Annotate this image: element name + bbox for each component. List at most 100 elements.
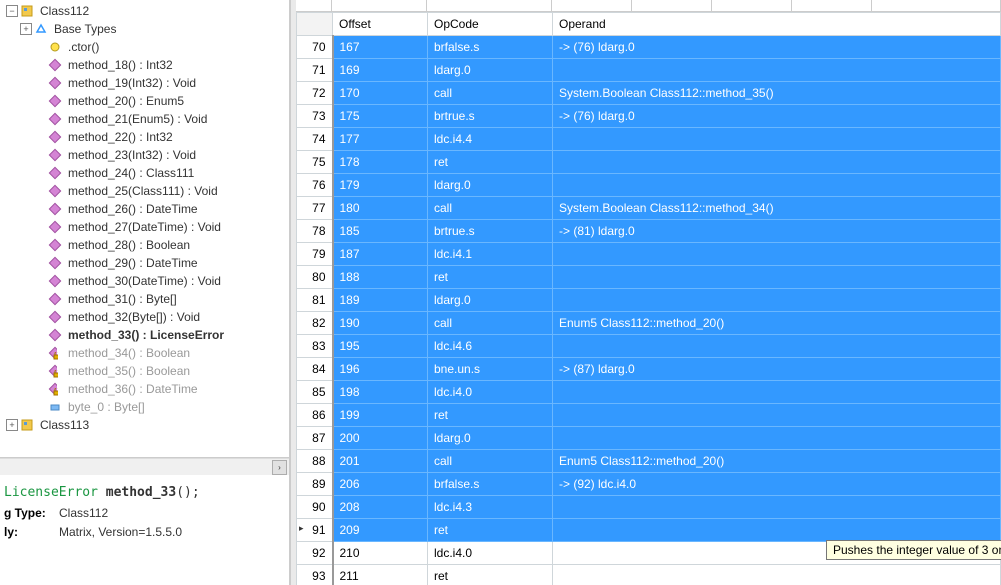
tree-node-method[interactable]: method_21(Enum5) : Void xyxy=(6,110,287,128)
cell-offset: 167 xyxy=(333,36,428,59)
tree-node-method[interactable]: method_31() : Byte[] xyxy=(6,290,287,308)
table-row[interactable]: 90208ldc.i4.3 xyxy=(297,496,1001,519)
cell-opcode: ret xyxy=(428,404,553,427)
cell-offset: 210 xyxy=(333,542,428,565)
tree-node-method[interactable]: method_27(DateTime) : Void xyxy=(6,218,287,236)
cell-opcode: ldc.i4.3 xyxy=(428,496,553,519)
tree-node-method[interactable]: method_36() : DateTime xyxy=(6,380,287,398)
tree-node-method[interactable]: method_33() : LicenseError xyxy=(6,326,287,344)
cell-opcode: ret xyxy=(428,565,553,585)
col-header-offset[interactable]: Offset xyxy=(333,13,428,36)
tree-node-method[interactable]: method_26() : DateTime xyxy=(6,200,287,218)
cell-offset: 196 xyxy=(333,358,428,381)
cell-opcode: ldarg.0 xyxy=(428,289,553,312)
table-row[interactable]: 88201callEnum5 Class112::method_20() xyxy=(297,450,1001,473)
tree-node-method[interactable]: method_30(DateTime) : Void xyxy=(6,272,287,290)
tree-node-method[interactable]: method_29() : DateTime xyxy=(6,254,287,272)
col-header-index[interactable] xyxy=(297,13,333,36)
method-signature: LicenseError method_33(); xyxy=(4,483,285,504)
table-row[interactable]: 70167brfalse.s-> (76) ldarg.0 xyxy=(297,36,1001,59)
table-row[interactable]: 92210ldc.i4.0 xyxy=(297,542,1001,565)
tree-label: method_27(DateTime) : Void xyxy=(66,218,223,236)
h-scrollbar[interactable]: › xyxy=(0,458,289,475)
table-row[interactable]: 91209ret xyxy=(297,519,1001,542)
table-row[interactable]: 84196bne.un.s-> (87) ldarg.0 xyxy=(297,358,1001,381)
cell-index: 80 xyxy=(297,266,333,289)
cell-index: 82 xyxy=(297,312,333,335)
table-row[interactable]: 85198ldc.i4.0 xyxy=(297,381,1001,404)
tree-node-class-sibling[interactable]: + Class113 xyxy=(6,416,287,434)
cell-opcode: call xyxy=(428,312,553,335)
cell-offset: 189 xyxy=(333,289,428,312)
tree-node-class[interactable]: − Class112 xyxy=(6,2,287,20)
table-row[interactable]: 74177ldc.i4.4 xyxy=(297,128,1001,151)
cell-offset: 201 xyxy=(333,450,428,473)
il-table: Offset OpCode Operand 70167brfalse.s-> (… xyxy=(296,12,1001,585)
table-row[interactable]: 86199ret xyxy=(297,404,1001,427)
table-row[interactable]: 93211ret xyxy=(297,565,1001,585)
expander-icon[interactable]: + xyxy=(20,23,32,35)
table-row[interactable]: 80188ret xyxy=(297,266,1001,289)
tree-node-method[interactable]: method_34() : Boolean xyxy=(6,344,287,362)
method-icon xyxy=(48,256,62,270)
expander-placeholder xyxy=(34,401,46,413)
scroll-right-arrow-icon[interactable]: › xyxy=(272,460,287,475)
tree-node-method[interactable]: method_25(Class111) : Void xyxy=(6,182,287,200)
table-row[interactable]: 83195ldc.i4.6 xyxy=(297,335,1001,358)
expander-icon[interactable]: + xyxy=(6,419,18,431)
expander-placeholder xyxy=(34,185,46,197)
col-header-opcode[interactable]: OpCode xyxy=(428,13,553,36)
table-row[interactable]: 82190callEnum5 Class112::method_20() xyxy=(297,312,1001,335)
expander-placeholder xyxy=(34,41,46,53)
method-icon xyxy=(48,346,62,360)
tree-node-base-types[interactable]: + Base Types xyxy=(6,20,287,38)
scroll-track[interactable] xyxy=(0,460,272,475)
cell-offset: 187 xyxy=(333,243,428,266)
tree-node-method[interactable]: method_18() : Int32 xyxy=(6,56,287,74)
tree-node-method[interactable]: method_32(Byte[]) : Void xyxy=(6,308,287,326)
table-row[interactable]: 79187ldc.i4.1 xyxy=(297,243,1001,266)
tree-node-method[interactable]: method_22() : Int32 xyxy=(6,128,287,146)
table-row[interactable]: 76179ldarg.0 xyxy=(297,174,1001,197)
table-row[interactable]: 77180callSystem.Boolean Class112::method… xyxy=(297,197,1001,220)
table-row[interactable]: 78185brtrue.s-> (81) ldarg.0 xyxy=(297,220,1001,243)
cell-operand xyxy=(553,151,1001,174)
tree-node-method[interactable]: method_23(Int32) : Void xyxy=(6,146,287,164)
cell-operand xyxy=(553,404,1001,427)
tree-node-method[interactable]: method_24() : Class111 xyxy=(6,164,287,182)
table-row[interactable]: 87200ldarg.0 xyxy=(297,427,1001,450)
method-icon xyxy=(48,94,62,108)
method-icon xyxy=(48,382,62,396)
ruler-cell xyxy=(872,0,1001,11)
tree-node-field[interactable]: byte_0 : Byte[] xyxy=(6,398,287,416)
tree-label: method_32(Byte[]) : Void xyxy=(66,308,202,326)
table-row[interactable]: 81189ldarg.0 xyxy=(297,289,1001,312)
table-row[interactable]: 72170callSystem.Boolean Class112::method… xyxy=(297,82,1001,105)
cell-operand: -> (87) ldarg.0 xyxy=(553,358,1001,381)
table-row[interactable]: 73175brtrue.s-> (76) ldarg.0 xyxy=(297,105,1001,128)
tree-label: method_28() : Boolean xyxy=(66,236,192,254)
cell-opcode: ldc.i4.6 xyxy=(428,335,553,358)
tree-node-method[interactable]: method_28() : Boolean xyxy=(6,236,287,254)
cell-opcode: ldc.i4.1 xyxy=(428,243,553,266)
tree-label: method_29() : DateTime xyxy=(66,254,200,272)
expander-icon[interactable]: − xyxy=(6,5,18,17)
table-row[interactable]: 89206brfalse.s-> (92) ldc.i4.0 xyxy=(297,473,1001,496)
cell-offset: 190 xyxy=(333,312,428,335)
cell-index: 77 xyxy=(297,197,333,220)
expander-placeholder xyxy=(34,221,46,233)
tree-scroll[interactable]: − Class112 + Base Types xyxy=(0,0,289,458)
table-row[interactable]: 71169ldarg.0 xyxy=(297,59,1001,82)
ruler-cell xyxy=(712,0,792,11)
tree-node-method[interactable]: method_20() : Enum5 xyxy=(6,92,287,110)
col-header-operand[interactable]: Operand xyxy=(553,13,1001,36)
table-row[interactable]: 75178ret xyxy=(297,151,1001,174)
tree-node-method[interactable]: method_35() : Boolean xyxy=(6,362,287,380)
tree-label: method_34() : Boolean xyxy=(66,344,192,362)
tree-node-ctor[interactable]: .ctor() xyxy=(6,38,287,56)
il-grid[interactable]: Offset OpCode Operand 70167brfalse.s-> (… xyxy=(296,12,1001,585)
cell-opcode: ldarg.0 xyxy=(428,427,553,450)
tree-label: method_31() : Byte[] xyxy=(66,290,179,308)
tree-node-method[interactable]: method_19(Int32) : Void xyxy=(6,74,287,92)
cell-index: 86 xyxy=(297,404,333,427)
